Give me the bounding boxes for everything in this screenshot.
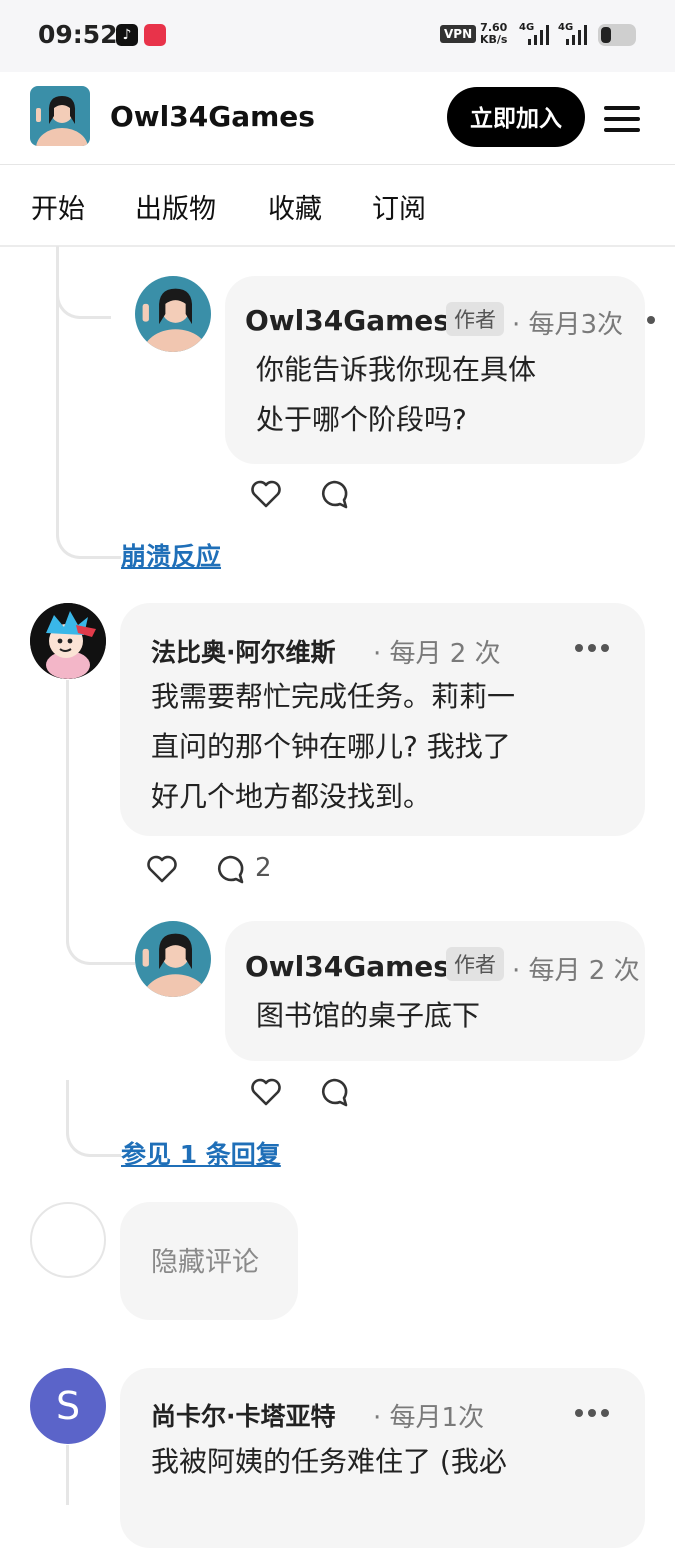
reply-icon[interactable] — [317, 1076, 351, 1110]
creator-badge: 作者 — [446, 302, 504, 336]
comment-text-line: 我被阿姨的任务难住了 (我必 — [151, 1445, 507, 1478]
comment-author[interactable]: Owl34Games — [245, 304, 450, 337]
avatar[interactable] — [30, 603, 106, 679]
vpn-indicator: VPN — [440, 25, 477, 43]
creator-logo[interactable] — [30, 86, 90, 146]
comment-text-line: 直问的那个钟在哪儿? 我找了 — [151, 730, 511, 763]
tab-membership[interactable]: 订阅 — [372, 187, 426, 226]
status-bar: 09:52 ♪ VPN 7.60 KB/s 4G 4G — [0, 0, 675, 72]
battery-icon — [598, 24, 636, 46]
comment-text-line: 你能告诉我你现在具体 — [256, 353, 537, 386]
thread-connector — [56, 246, 111, 319]
site-title[interactable]: Owl34Games — [110, 100, 315, 133]
avatar[interactable] — [135, 921, 211, 997]
tab-collections[interactable]: 收藏 — [268, 187, 322, 226]
reply-icon[interactable] — [317, 478, 351, 512]
more-options-icon[interactable] — [575, 641, 615, 655]
reply-icon[interactable] — [213, 853, 247, 887]
status-time: 09:52 — [38, 20, 118, 49]
avatar-placeholder — [30, 1202, 106, 1278]
comment-author[interactable]: 法比奥·阿尔维斯 — [151, 633, 336, 669]
comment-text: 你能告诉我你现在具体 处于哪个阶段吗? — [256, 345, 536, 445]
hamburger-menu-icon[interactable] — [604, 106, 640, 132]
hidden-comment-label: 隐藏评论 — [151, 1247, 259, 1278]
creator-badge: 作者 — [446, 947, 504, 981]
app-notification-icon — [144, 24, 166, 46]
thread-connector — [66, 880, 135, 965]
tiktok-icon: ♪ — [116, 24, 138, 46]
more-options-icon[interactable] — [645, 313, 661, 327]
signal-icon — [528, 23, 552, 45]
comment-timestamp: · 每月 2 次 — [512, 956, 640, 986]
network-speed-unit: KB/s — [480, 33, 508, 46]
see-replies-link[interactable]: 参见 1 条回复 — [121, 1135, 281, 1171]
comment-text: 图书馆的桌子底下 — [256, 991, 480, 1041]
site-header: Owl34Games 立即加入 — [0, 72, 675, 165]
comment-text: 我需要帮忙完成任务。莉莉一 直问的那个钟在哪儿? 我找了 好几个地方都没找到。 — [151, 672, 515, 822]
comment-author[interactable]: Owl34Games — [245, 950, 450, 983]
heart-icon[interactable] — [249, 1075, 283, 1109]
comment-text-line: 处于哪个阶段吗? — [256, 403, 467, 436]
comment-text: 我被阿姨的任务难住了 (我必 — [151, 1437, 507, 1487]
tab-posts[interactable]: 出版物 — [135, 187, 216, 226]
heart-icon[interactable] — [145, 852, 179, 886]
comment-timestamp: · 每月1次 — [373, 1403, 485, 1433]
tab-home[interactable]: 开始 — [31, 187, 85, 226]
avatar[interactable] — [135, 276, 211, 352]
thread-line — [66, 1445, 69, 1505]
creator-nav: 开始 出版物 收藏 订阅 — [0, 165, 675, 247]
collapse-replies-link[interactable]: 崩溃反应 — [121, 537, 221, 573]
thread-connector — [56, 470, 121, 559]
heart-icon[interactable] — [249, 477, 283, 511]
comment-text-line: 我需要帮忙完成任务。莉莉一 — [151, 680, 516, 713]
thread-line — [66, 680, 69, 880]
comment-author[interactable]: 尚卡尔·卡塔亚特 — [151, 1397, 336, 1433]
more-options-icon[interactable] — [575, 1406, 615, 1420]
comment-timestamp: · 每月3次 — [512, 310, 624, 340]
network-speed: 7.60 KB/s — [480, 22, 507, 46]
signal-icon-2 — [566, 23, 590, 45]
avatar[interactable]: S — [30, 1368, 106, 1444]
comment-timestamp: · 每月 2 次 — [373, 639, 501, 669]
join-now-button[interactable]: 立即加入 — [447, 87, 585, 147]
comment-text-line: 图书馆的桌子底下 — [256, 999, 481, 1032]
comment-text-line: 好几个地方都没找到。 — [151, 780, 432, 813]
thread-connector — [66, 1080, 121, 1157]
reply-count: 2 — [255, 853, 272, 883]
